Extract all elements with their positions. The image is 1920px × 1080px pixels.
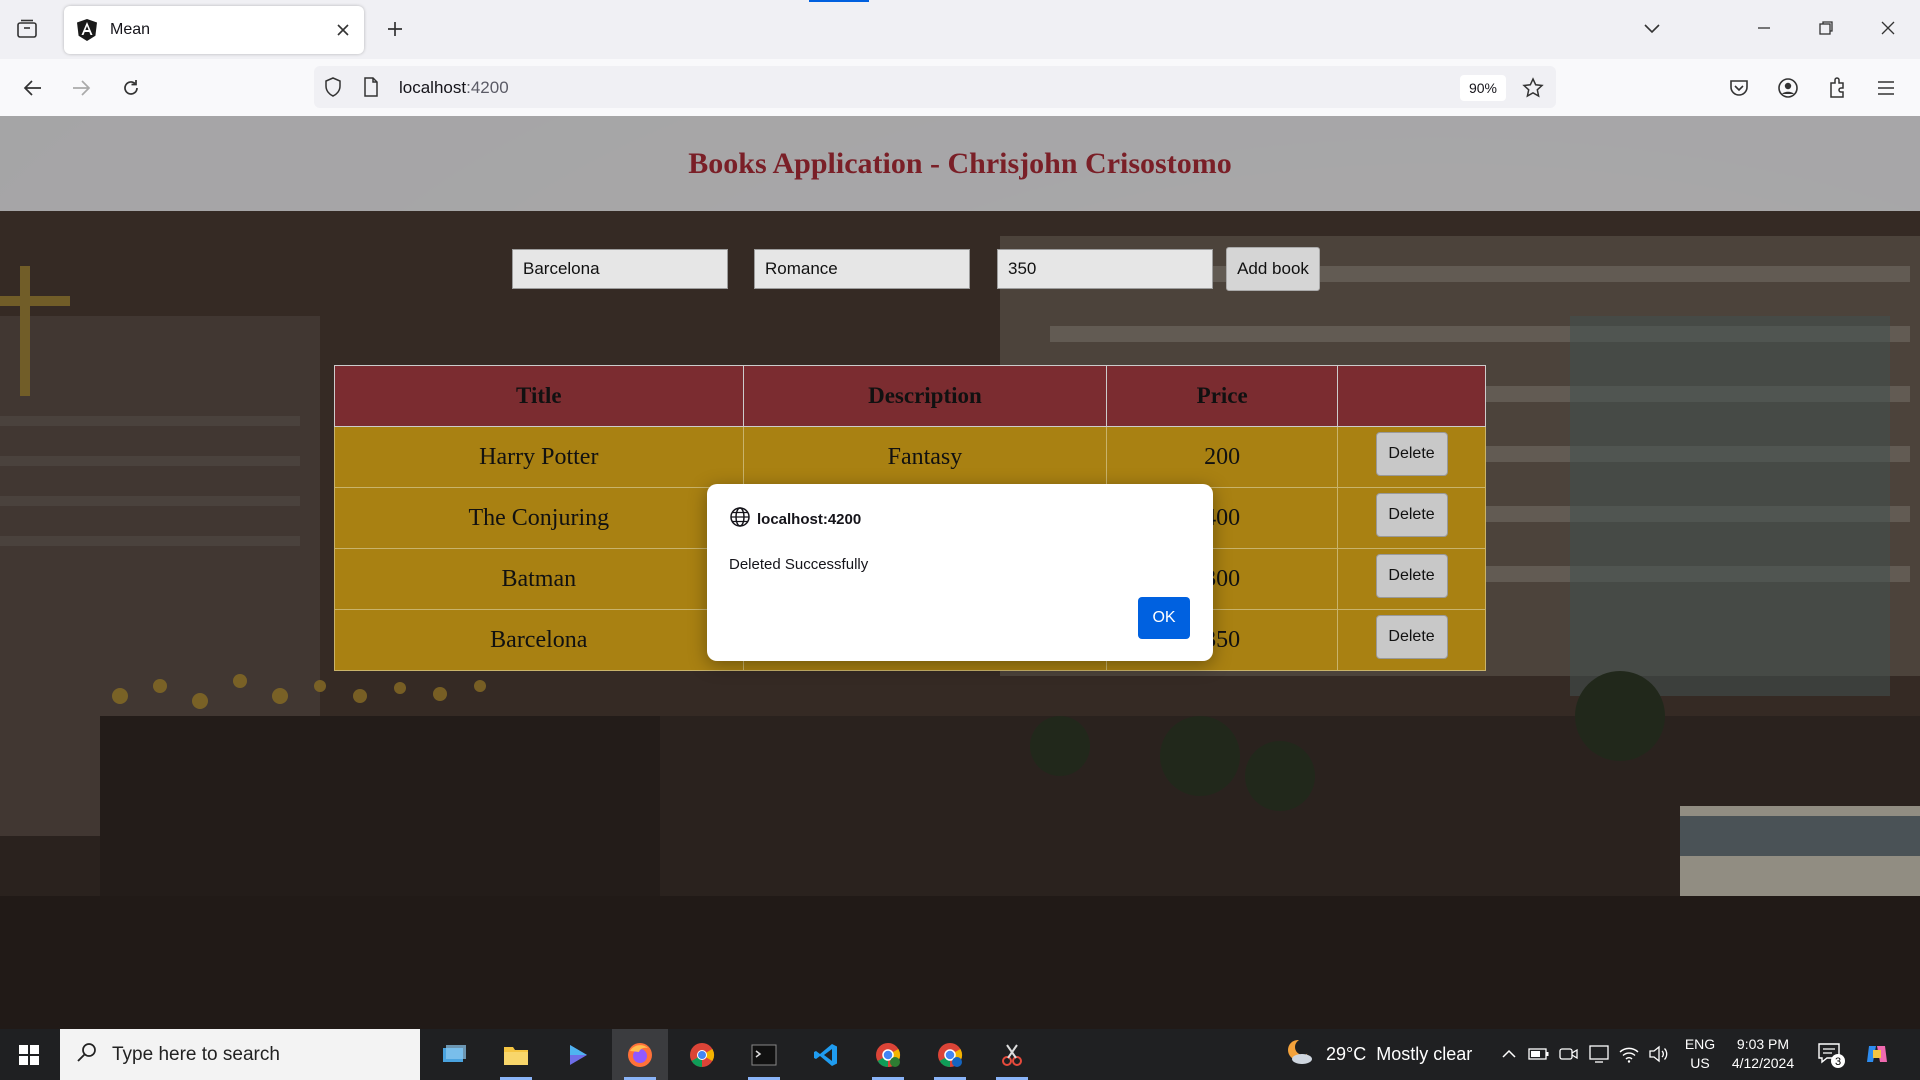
snipping-tool-icon[interactable]: [984, 1029, 1040, 1080]
forward-arrow-icon[interactable]: [64, 71, 98, 105]
url-bar[interactable]: localhost:4200 90%: [314, 66, 1556, 108]
minimize-icon[interactable]: [1744, 10, 1784, 46]
weather-temperature: 29°C: [1326, 1044, 1367, 1064]
weather-widget[interactable]: 29°C Mostly clear: [1284, 1029, 1472, 1080]
url-port: :4200: [466, 78, 509, 97]
column-header-actions: [1337, 365, 1486, 427]
vscode-app-icon[interactable]: [798, 1029, 854, 1080]
volume-icon[interactable]: [1646, 1041, 1672, 1067]
weather-description: Mostly clear: [1376, 1044, 1473, 1064]
book-price-input[interactable]: [997, 249, 1213, 289]
tracking-shield-icon[interactable]: [322, 76, 344, 98]
device-icon[interactable]: [1586, 1041, 1612, 1067]
reload-icon[interactable]: [114, 71, 148, 105]
moon-cloud-icon: [1284, 1038, 1314, 1071]
tab-list-icon[interactable]: [12, 14, 42, 44]
copilot-tray-icon[interactable]: [1864, 1041, 1890, 1067]
cell-description: Fantasy: [742, 426, 1108, 488]
url-text[interactable]: localhost:4200: [399, 78, 509, 98]
hamburger-menu-icon[interactable]: [1869, 71, 1903, 105]
browser-tab-active[interactable]: Mean: [64, 6, 364, 54]
tab-title: Mean: [110, 21, 151, 38]
chrome-app-icon[interactable]: [674, 1029, 730, 1080]
cell-actions: Delete: [1337, 426, 1486, 488]
cell-title: Harry Potter: [334, 426, 744, 488]
browser-tabbar: Mean: [0, 0, 1920, 59]
file-explorer-icon[interactable]: [488, 1029, 544, 1080]
notification-center-icon[interactable]: 3: [1816, 1039, 1846, 1069]
close-window-icon[interactable]: [1868, 10, 1908, 46]
battery-icon[interactable]: [1526, 1041, 1552, 1067]
delete-button[interactable]: Delete: [1375, 615, 1448, 659]
new-tab-icon[interactable]: [380, 14, 410, 44]
cell-price: 200: [1106, 426, 1339, 488]
delete-button[interactable]: Delete: [1375, 493, 1448, 537]
restore-icon[interactable]: [1806, 10, 1846, 46]
show-hidden-icons-chevron-icon[interactable]: [1496, 1041, 1522, 1067]
taskbar-search-box[interactable]: Type here to search: [60, 1029, 420, 1080]
cell-actions: Delete: [1337, 487, 1486, 549]
table-row: Harry Potter Fantasy 200 Delete: [334, 426, 1486, 488]
input-language-indicator[interactable]: ENG US: [1682, 1035, 1718, 1073]
taskbar-clock[interactable]: 9:03 PM 4/12/2024: [1722, 1035, 1804, 1073]
cell-title: Batman: [334, 548, 744, 610]
chrome-profile-g-icon[interactable]: [922, 1029, 978, 1080]
url-host: localhost: [399, 78, 467, 97]
dialog-message: Deleted Successfully: [729, 556, 869, 573]
page-title: Books Application - Chrisjohn Crisostomo: [688, 146, 1232, 180]
search-placeholder: Type here to search: [112, 1043, 280, 1065]
search-icon: [76, 1041, 98, 1068]
cell-title: The Conjuring: [334, 487, 744, 549]
clock-time: 9:03 PM: [1736, 1036, 1790, 1052]
copilot-app-icon[interactable]: [550, 1029, 606, 1080]
task-view-app-icon[interactable]: [426, 1029, 482, 1080]
meet-now-icon[interactable]: [1556, 1041, 1582, 1067]
globe-icon: [729, 506, 751, 533]
delete-button[interactable]: Delete: [1375, 554, 1448, 598]
chrome-profile-c-icon[interactable]: [860, 1029, 916, 1080]
wifi-icon[interactable]: [1616, 1041, 1642, 1067]
table-header-row: Title Description Price: [334, 365, 1486, 427]
tab-progress-indicator: [809, 0, 869, 2]
language-region: US: [1690, 1055, 1710, 1071]
column-header-title: Title: [334, 365, 744, 427]
back-arrow-icon[interactable]: [16, 71, 50, 105]
add-book-button[interactable]: Add book: [1226, 247, 1320, 291]
taskbar: Type here to search 29°C Mostly clear EN…: [0, 1029, 1920, 1080]
clock-date: 4/12/2024: [1731, 1055, 1795, 1071]
book-title-input[interactable]: [512, 249, 728, 289]
column-header-price: Price: [1106, 365, 1339, 427]
tab-close-icon[interactable]: [328, 15, 358, 45]
windows-start-icon[interactable]: [0, 1029, 58, 1080]
extensions-icon[interactable]: [1820, 71, 1854, 105]
cell-title: Barcelona: [334, 609, 744, 671]
cell-actions: Delete: [1337, 609, 1486, 671]
angular-favicon-icon: [76, 19, 98, 41]
language-code: ENG: [1684, 1036, 1716, 1052]
pocket-icon[interactable]: [1722, 71, 1756, 105]
dialog-ok-button[interactable]: OK: [1138, 597, 1190, 639]
app-header: Books Application - Chrisjohn Crisostomo: [0, 116, 1920, 211]
delete-button[interactable]: Delete: [1375, 432, 1448, 476]
dialog-origin-text: localhost:4200: [757, 511, 862, 528]
firefox-app-icon[interactable]: [612, 1029, 668, 1080]
column-header-description: Description: [742, 365, 1108, 427]
dialog-origin: localhost:4200: [729, 506, 861, 533]
bookmark-star-icon[interactable]: [1520, 75, 1546, 101]
notification-count: 3: [1835, 1056, 1841, 1068]
list-all-tabs-chevron-icon[interactable]: [1632, 10, 1672, 46]
alert-dialog: localhost:4200 Deleted Successfully OK: [707, 484, 1213, 661]
browser-navbar: localhost:4200 90%: [0, 59, 1920, 116]
book-description-input[interactable]: [754, 249, 970, 289]
page-info-icon[interactable]: [360, 76, 382, 98]
terminal-app-icon[interactable]: [736, 1029, 792, 1080]
account-icon[interactable]: [1771, 71, 1805, 105]
zoom-level-badge[interactable]: 90%: [1460, 75, 1506, 101]
cell-actions: Delete: [1337, 548, 1486, 610]
